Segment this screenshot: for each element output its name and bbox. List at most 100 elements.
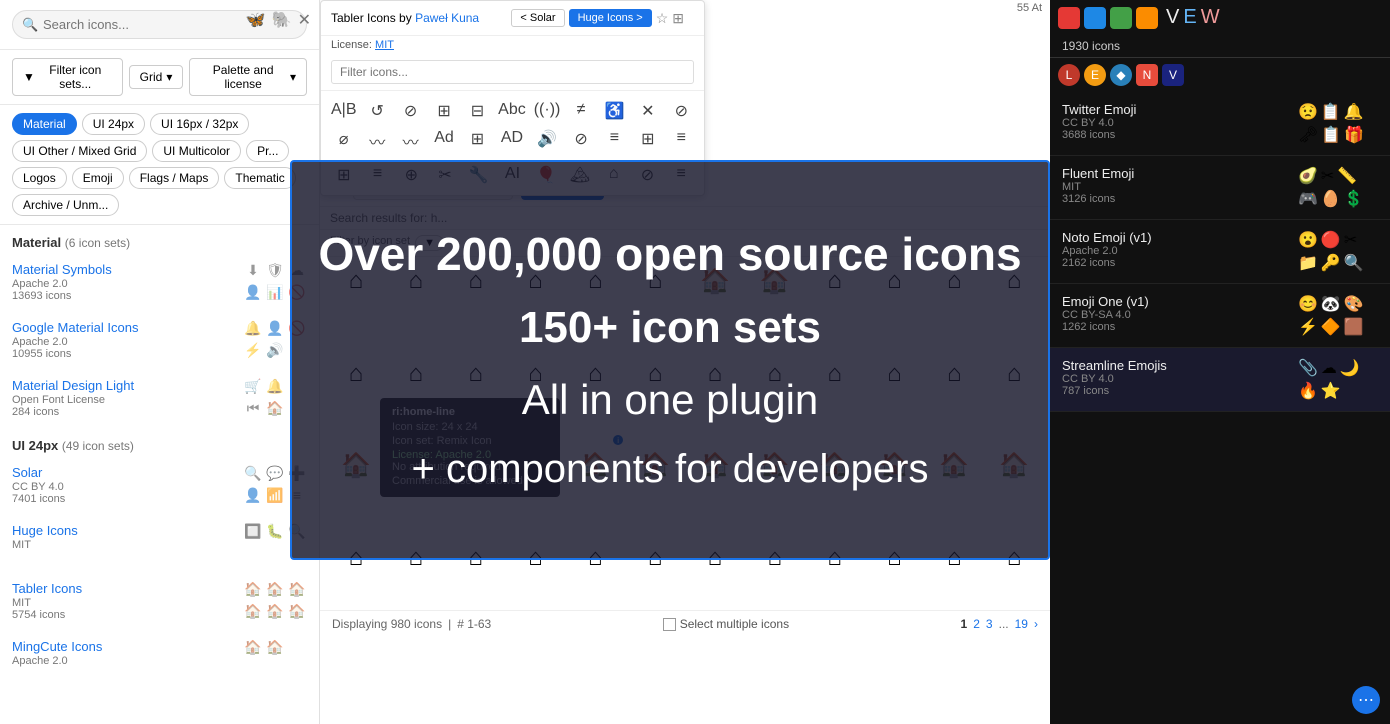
status-bar: 55 At	[1009, 0, 1050, 16]
t-icon-14[interactable]: 〰	[396, 127, 425, 155]
sl-emoji-5: ⭐	[1321, 381, 1341, 401]
star-icon[interactable]: ☆	[656, 10, 669, 27]
next-nav-button[interactable]: Huge Icons >	[569, 9, 652, 27]
cat-ui-other[interactable]: UI Other / Mixed Grid	[12, 140, 147, 162]
fl-emoji-1: 🥑	[1298, 166, 1318, 186]
t-icon-17[interactable]: AD	[496, 127, 528, 155]
ui24-section-title: UI 24px (49 icon sets)	[0, 428, 319, 457]
cat-pr[interactable]: Pr...	[246, 140, 289, 162]
page-2[interactable]: 2	[973, 617, 980, 631]
t-icon-10[interactable]: ✕	[633, 99, 662, 123]
tabler-license-row: License: MIT	[321, 36, 704, 54]
cat-logos[interactable]: Logos	[12, 167, 67, 189]
t-icon-22[interactable]: ≡	[667, 127, 696, 155]
select-all-checkbox[interactable]	[663, 618, 676, 631]
chevron-down-icon: ▾	[166, 70, 172, 84]
rp-top-icons: V E W	[1050, 0, 1390, 35]
cat-thematic[interactable]: Thematic	[224, 167, 295, 189]
tw-emoji-3: 🔔	[1344, 102, 1364, 122]
material-symbols-item[interactable]: Material Symbols Apache 2.0 13693 icons …	[0, 254, 319, 312]
grid-button[interactable]: Grid ▾	[129, 65, 184, 89]
tabler-filter-input[interactable]	[331, 60, 694, 84]
search-icon: 🔍	[22, 17, 38, 33]
butterfly-icon[interactable]: 🦋	[246, 10, 266, 30]
more-button[interactable]: ⋯	[1352, 686, 1380, 714]
prev-nav-button[interactable]: < Solar	[511, 9, 564, 27]
rp-icon-w: W	[1201, 6, 1220, 29]
mingcute-previews: 🏠🏠	[243, 639, 307, 681]
rp-count-header: 1930 icons	[1050, 35, 1390, 58]
cat-ui16[interactable]: UI 16px / 32px	[150, 113, 249, 135]
t-icon-3[interactable]: ⊘	[396, 99, 425, 123]
t-icon-18[interactable]: 🔊	[532, 127, 563, 155]
rp-circle-icon-1: L	[1058, 64, 1080, 86]
fl-emoji-3: 📏	[1337, 166, 1357, 186]
t-icon-12[interactable]: ⌀	[329, 127, 359, 155]
filter-icon: ▼	[23, 70, 35, 84]
noto-emoji-previews: 😮 🔴 ✂ 📁 🔑 🔍	[1298, 230, 1378, 273]
cat-ui-multi[interactable]: UI Multicolor	[152, 140, 241, 162]
rp-twitter-emoji[interactable]: Twitter Emoji CC BY 4.0 3688 icons 😟 📋 🔔…	[1050, 92, 1390, 156]
t-icon-9[interactable]: ♿	[600, 99, 629, 123]
page-ellipsis: ...	[999, 617, 1009, 631]
tabler-author-link[interactable]: Paweł Kuna	[415, 11, 479, 25]
rp-fluent-emoji[interactable]: Fluent Emoji MIT 3126 icons 🥑 ✂ 📏 🎮 🥚 💲	[1050, 156, 1390, 220]
t-icon-21[interactable]: ⊞	[633, 127, 662, 155]
t-icon-7[interactable]: ((·))	[532, 99, 563, 123]
t-icon-4[interactable]: ⊞	[429, 99, 458, 123]
sl-emoji-4: 🔥	[1298, 381, 1318, 401]
t-icon-5[interactable]: ⊟	[463, 99, 492, 123]
huge-icons-item[interactable]: Huge Icons MIT 🔲🐛🔍	[0, 515, 319, 573]
select-multiple: Select multiple icons	[663, 617, 789, 631]
close-icon[interactable]: ✕	[298, 10, 311, 30]
tw-emoji-1: 😟	[1298, 102, 1318, 122]
tabler-license-link[interactable]: MIT	[375, 39, 394, 51]
pagination-bar: Displaying 980 icons | # 1-63 Select mul…	[320, 610, 1050, 637]
tabler-nav: < Solar Huge Icons >	[511, 9, 651, 27]
t-icon-6[interactable]: Abc	[496, 99, 528, 123]
rp-second-icon-row: L E ◆ N V	[1050, 58, 1390, 92]
t-icon-15[interactable]: Ad	[429, 127, 458, 155]
mastodon-icon[interactable]: 🐘	[272, 10, 292, 30]
material-design-light-item[interactable]: Material Design Light Open Font License …	[0, 370, 319, 428]
page-numbers: 1 2 3 ... 19 ›	[961, 617, 1038, 631]
copy-icon[interactable]: ⊞	[672, 10, 684, 27]
no-emoji-5: 🔑	[1321, 253, 1341, 273]
twitter-emoji-previews: 😟 📋 🔔 🗝 📋 🎁	[1298, 102, 1378, 145]
chevron-down-icon2: ▾	[290, 70, 296, 84]
cat-archive[interactable]: Archive / Unm...	[12, 194, 119, 216]
no-emoji-6: 🔍	[1344, 253, 1364, 273]
t-icon-8[interactable]: ≠	[566, 99, 595, 123]
solar-item[interactable]: Solar CC BY 4.0 7401 icons 🔍💬➕ 👤📶≡	[0, 457, 319, 515]
page-1[interactable]: 1	[961, 617, 968, 631]
t-icon-19[interactable]: ⊘	[566, 127, 595, 155]
mingcute-item[interactable]: MingCute Icons Apache 2.0 🏠🏠	[0, 631, 319, 689]
rp-icon-v: V	[1166, 6, 1179, 29]
tabler-icons-sidebar-item[interactable]: Tabler Icons MIT 5754 icons 🏠🏠🏠 🏠🏠🏠	[0, 573, 319, 631]
t-icon-13[interactable]: 〰	[363, 127, 392, 155]
palette-button[interactable]: Palette and license ▾	[189, 58, 307, 96]
page-19[interactable]: 19	[1015, 617, 1028, 631]
cat-material[interactable]: Material	[12, 113, 77, 135]
cat-emoji[interactable]: Emoji	[72, 167, 124, 189]
rp-emoji-one[interactable]: Emoji One (v1) CC BY-SA 4.0 1262 icons 😊…	[1050, 284, 1390, 348]
t-icon-11[interactable]: ⊘	[667, 99, 696, 123]
rp-streamline-emojis[interactable]: Streamline Emojis CC BY 4.0 787 icons 📎 …	[1050, 348, 1390, 412]
cat-flags[interactable]: Flags / Maps	[129, 167, 220, 189]
fl-emoji-4: 🎮	[1298, 189, 1318, 209]
cat-ui24[interactable]: UI 24px	[82, 113, 145, 135]
t-icon-20[interactable]: ≡	[600, 127, 629, 155]
t-icon-1[interactable]: A|B	[329, 99, 359, 123]
page-3[interactable]: 3	[986, 617, 993, 631]
t-icon-16[interactable]: ⊞	[463, 127, 492, 155]
no-emoji-1: 😮	[1298, 230, 1318, 250]
display-info: Displaying 980 icons | # 1-63	[332, 617, 491, 631]
tabler-header: Tabler Icons by Paweł Kuna < Solar Huge …	[321, 1, 704, 36]
next-page-button[interactable]: ›	[1034, 617, 1038, 631]
eo-emoji-5: 🔶	[1321, 317, 1341, 337]
rp-noto-emoji[interactable]: Noto Emoji (v1) Apache 2.0 2162 icons 😮 …	[1050, 220, 1390, 284]
sl-emoji-3: 🌙	[1340, 358, 1360, 378]
filter-iconsets-button[interactable]: ▼ Filter icon sets...	[12, 58, 123, 96]
t-icon-2[interactable]: ↺	[363, 99, 392, 123]
google-material-item[interactable]: Google Material Icons Apache 2.0 10955 i…	[0, 312, 319, 370]
